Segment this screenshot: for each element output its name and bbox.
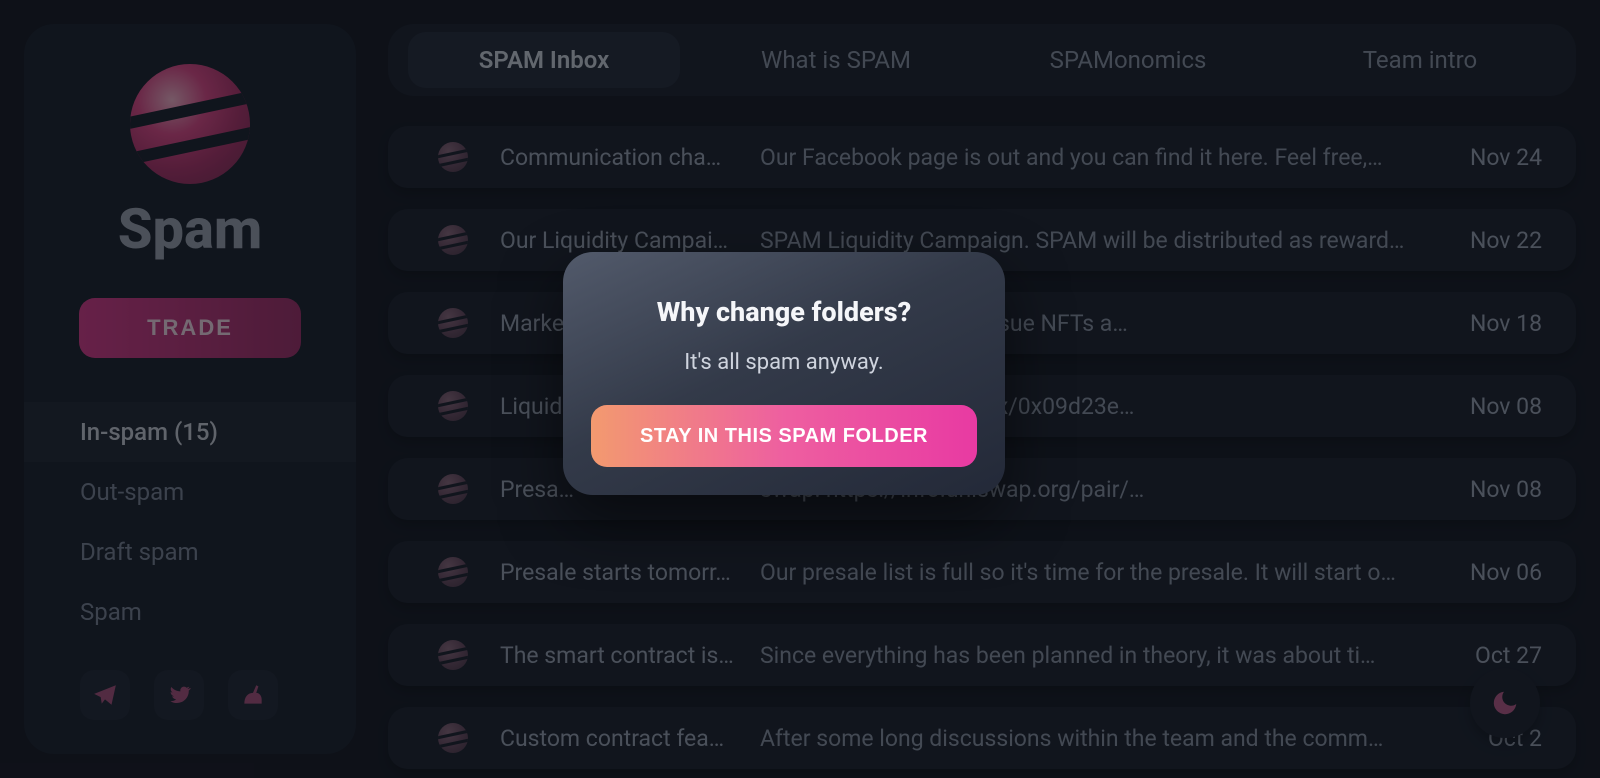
modal-subtitle: It's all spam anyway. — [591, 350, 977, 375]
change-folder-modal: Why change folders? It's all spam anyway… — [563, 252, 1005, 495]
stay-in-folder-button[interactable]: STAY IN THIS SPAM FOLDER — [591, 405, 977, 467]
modal-title: Why change folders? — [591, 296, 977, 328]
